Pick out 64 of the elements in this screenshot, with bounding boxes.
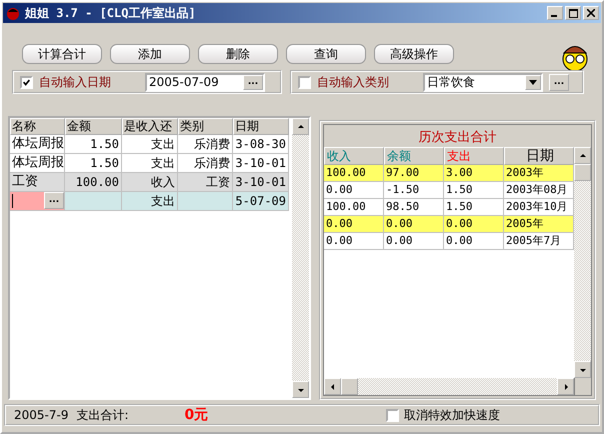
total-label: 支出合计: bbox=[76, 406, 130, 424]
window-title: 姐姐 3.7 - [CLQ工作室出品] bbox=[25, 4, 197, 22]
table-row[interactable]: 100.00 97.00 3.00 2003年 bbox=[324, 165, 574, 182]
minimize-button[interactable] bbox=[547, 6, 563, 20]
table-cell: 0.00 bbox=[384, 233, 444, 250]
app-icon bbox=[5, 5, 21, 21]
checkbox-label: 取消特效加快速度 bbox=[404, 406, 500, 424]
table-row[interactable]: 100.00 98.50 1.50 2003年10月 bbox=[324, 199, 574, 216]
table-cell: 3-10-01 bbox=[233, 173, 289, 192]
maximize-icon bbox=[568, 8, 578, 18]
toolbar-button[interactable]: 添加 bbox=[110, 44, 190, 64]
table-cell: 工资 bbox=[178, 173, 233, 192]
table-cell: 100.00 bbox=[65, 173, 122, 192]
close-button[interactable] bbox=[583, 6, 599, 20]
maximize-button[interactable] bbox=[565, 6, 581, 20]
table-cell: 乐消费 bbox=[178, 135, 233, 154]
scroll-thumb[interactable] bbox=[341, 378, 358, 395]
column-header[interactable]: 金额 bbox=[65, 118, 122, 135]
checkbox-label: 自动输入类别 bbox=[317, 74, 390, 90]
scroll-up-button[interactable] bbox=[574, 147, 591, 164]
status-date: 2005-7-9 bbox=[14, 408, 68, 422]
table-cell: 1.50 bbox=[65, 135, 122, 154]
column-header[interactable]: 日期 bbox=[504, 147, 574, 165]
table-cell: 支出 bbox=[122, 192, 178, 211]
table-cell: 支出 bbox=[122, 135, 178, 154]
scroll-right-button[interactable] bbox=[557, 378, 574, 395]
table-cell: 0.00 bbox=[444, 233, 504, 250]
column-header[interactable]: 名称 bbox=[10, 118, 65, 135]
checkbox[interactable] bbox=[20, 76, 33, 88]
scroll-thumb[interactable] bbox=[574, 164, 591, 181]
browse-button[interactable]: ... bbox=[243, 74, 263, 90]
browse-button[interactable]: ... bbox=[44, 192, 64, 209]
column-header[interactable]: 日期 bbox=[233, 118, 289, 135]
column-header[interactable]: 是收入还 bbox=[122, 118, 178, 135]
total-amount: 0元 bbox=[184, 406, 210, 424]
table-cell: 收入 bbox=[122, 173, 178, 192]
table-cell: 0.00 bbox=[324, 233, 384, 250]
column-header[interactable]: 类别 bbox=[178, 118, 233, 135]
table-row[interactable]: 0.00 0.00 0.00 2005年7月 bbox=[324, 233, 574, 250]
table-cell: 体坛周报 bbox=[10, 135, 65, 154]
category-dropdown[interactable]: 日常饮食 bbox=[423, 72, 543, 92]
scroll-down-button[interactable] bbox=[292, 381, 309, 398]
table-row[interactable]: 0.00 0.00 0.00 2005年 bbox=[324, 216, 574, 233]
toolbar-button[interactable]: 计算合计 bbox=[22, 44, 102, 64]
scroll-up-button[interactable] bbox=[292, 118, 309, 135]
checkbox[interactable] bbox=[298, 76, 311, 88]
scroll-down-button[interactable] bbox=[574, 361, 591, 378]
panel-title: 历次支出合计 bbox=[324, 125, 591, 147]
checkmark-icon bbox=[22, 78, 31, 86]
toolbar-button[interactable]: 删除 bbox=[198, 44, 278, 64]
dropdown-button[interactable] bbox=[525, 74, 541, 90]
table-cell: 3-08-30 bbox=[233, 135, 289, 154]
table-cell: 工资 bbox=[10, 173, 65, 192]
date-field[interactable]: 2005-07-09 ... bbox=[145, 72, 265, 92]
browse-button[interactable]: ... bbox=[549, 74, 569, 90]
checkbox-label: 自动输入日期 bbox=[39, 74, 112, 90]
toolbar-button[interactable]: 查询 bbox=[286, 44, 366, 64]
scroll-left-button[interactable] bbox=[324, 378, 341, 395]
checkbox[interactable] bbox=[386, 408, 399, 422]
table-cell: 5-07-09 bbox=[233, 192, 289, 211]
table-row[interactable]: 0.00 -1.50 1.50 2003年08月 bbox=[324, 182, 574, 199]
caret-icon bbox=[529, 80, 537, 84]
toolbar-button[interactable]: 高级操作 bbox=[374, 44, 454, 64]
close-icon bbox=[587, 9, 595, 17]
